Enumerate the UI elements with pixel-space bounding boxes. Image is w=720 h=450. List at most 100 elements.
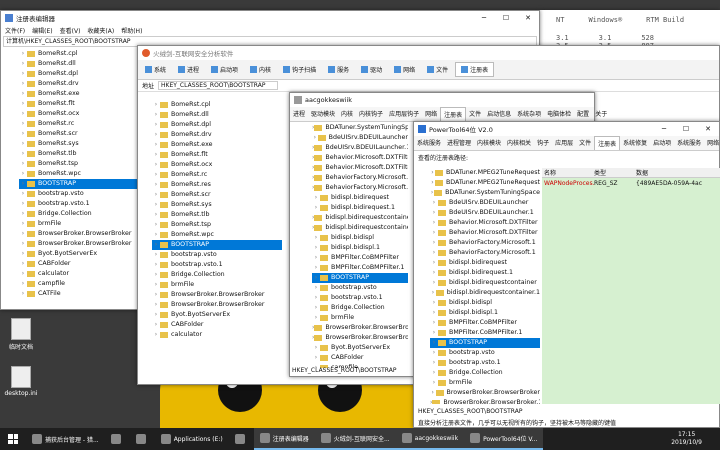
expand-chevron-icon[interactable]: ›	[152, 160, 160, 170]
expand-chevron-icon[interactable]: ›	[312, 313, 320, 323]
taskbar-item[interactable]	[229, 428, 254, 450]
expand-chevron-icon[interactable]: ›	[19, 189, 27, 199]
tree-item[interactable]: ›bidispl.bidirequestcontainer.1	[430, 288, 540, 298]
maximize-button[interactable]: ☐	[495, 14, 517, 22]
tree-item[interactable]: ›BrowserBroker.BrowserBroker	[430, 388, 540, 398]
tree-item[interactable]: › bootstrap.vsto	[430, 348, 540, 358]
tree-item[interactable]: › bootstrap.vsto	[19, 189, 137, 199]
tree-item[interactable]: ›BrowserBroker.BrowserBroker	[152, 290, 282, 300]
tree-item[interactable]: › BOOTSTRAP	[19, 179, 137, 189]
expand-chevron-icon[interactable]: ›	[152, 110, 160, 120]
expand-chevron-icon[interactable]: ›	[430, 358, 438, 368]
tree-item[interactable]: › BomeRst.dpl	[19, 69, 137, 79]
tree-item[interactable]: ›BrowserBroker.BrowserBroker	[152, 300, 282, 310]
tree-item[interactable]: › BomeRst.exe	[152, 140, 282, 150]
expand-chevron-icon[interactable]: ›	[152, 140, 160, 150]
menu-favorites[interactable]: 收藏夹(A)	[87, 26, 114, 35]
expand-chevron-icon[interactable]: ›	[430, 328, 438, 338]
expand-chevron-icon[interactable]: ›	[19, 249, 27, 259]
tab[interactable]: 网络	[422, 107, 440, 121]
expand-chevron-icon[interactable]: ›	[19, 149, 27, 159]
tree-item[interactable]: › BomeRst.tlb	[19, 149, 137, 159]
tree-item[interactable]: › BOOTSTRAP	[152, 240, 282, 250]
tree-item[interactable]: › BomeRst.scr	[152, 190, 282, 200]
tree-item[interactable]: › BomeRst.res	[152, 180, 282, 190]
expand-chevron-icon[interactable]: ›	[19, 119, 27, 129]
expand-chevron-icon[interactable]: ›	[312, 203, 320, 213]
tree-item[interactable]: › brmFile	[312, 313, 408, 323]
tree-item[interactable]: › BomeRst.cpl	[152, 100, 282, 110]
tree-item[interactable]: › bidispl.bidirequestcontainer	[430, 278, 540, 288]
minimize-button[interactable]: ─	[473, 14, 495, 22]
expand-chevron-icon[interactable]: ›	[152, 190, 160, 200]
tree-item[interactable]: › BomeRst.flt	[152, 150, 282, 160]
expand-chevron-icon[interactable]: ›	[312, 353, 320, 363]
tree-item[interactable]: › CABFolder	[19, 259, 137, 269]
tree-item[interactable]: › bootstrap.vsto.1	[312, 293, 408, 303]
desktop-icon-desktop-ini[interactable]: desktop.ini	[2, 366, 40, 397]
tree-item[interactable]: › bootstrap.vsto.1	[152, 260, 282, 270]
expand-chevron-icon[interactable]: ›	[312, 233, 320, 243]
tree-item[interactable]: › bidispl.bidirequest	[430, 258, 540, 268]
expand-chevron-icon[interactable]: ›	[430, 268, 438, 278]
expand-chevron-icon[interactable]: ›	[312, 293, 320, 303]
tree-item[interactable]: › BomeRst.tsp	[19, 159, 137, 169]
expand-chevron-icon[interactable]: ›	[19, 129, 27, 139]
expand-chevron-icon[interactable]: ›	[430, 318, 438, 328]
tree-item[interactable]: › BOOTSTRAP	[312, 273, 408, 283]
expand-chevron-icon[interactable]: ›	[430, 378, 438, 388]
tree-item[interactable]: › CATFile	[19, 289, 137, 299]
expand-chevron-icon[interactable]: ›	[152, 230, 160, 240]
toolbar-button[interactable]: 文件	[422, 62, 453, 77]
expand-chevron-icon[interactable]: ›	[19, 279, 27, 289]
tree-item[interactable]: › brmFile	[19, 219, 137, 229]
toolbar-button[interactable]: 服务	[323, 62, 354, 77]
tree-item[interactable]: › BdeUISrv.BDEUILauncher.1	[430, 208, 540, 218]
tree-item[interactable]: › Behavior.Microsoft.DXTFilter	[430, 218, 540, 228]
tree-item[interactable]: › Behavior.Microsoft.DXTFilter	[312, 153, 408, 163]
tree-item[interactable]: › BdeUISrv.BDEUILauncher	[430, 198, 540, 208]
tree-item[interactable]: › bidispl.bidispl.1	[430, 308, 540, 318]
expand-chevron-icon[interactable]: ›	[19, 59, 27, 69]
tree-item[interactable]: › BomeRst.drv	[152, 130, 282, 140]
tree-item[interactable]: › BomeRst.dpl	[152, 120, 282, 130]
tab[interactable]: 进程	[290, 107, 308, 121]
tab[interactable]: 启动信息	[484, 107, 514, 121]
tree-item[interactable]: › BomeRst.rc	[19, 119, 137, 129]
tree-item[interactable]: › BMPFilter.CoBMPFilter.1	[312, 263, 408, 273]
tree-item[interactable]: ›BrowserBroker.BrowserBroker.1	[312, 333, 408, 343]
expand-chevron-icon[interactable]: ›	[152, 170, 160, 180]
tree-item[interactable]: ›BrowserBroker.BrowserBroker	[19, 229, 137, 239]
expand-chevron-icon[interactable]: ›	[152, 210, 160, 220]
expand-chevron-icon[interactable]: ›	[19, 69, 27, 79]
expand-chevron-icon[interactable]: ›	[430, 198, 438, 208]
toolbar-button[interactable]: 启动项	[206, 62, 243, 77]
tab[interactable]: 关于	[592, 107, 610, 121]
expand-chevron-icon[interactable]: ›	[430, 228, 438, 238]
taskbar-item[interactable]: PowerTool64位 V...	[464, 428, 544, 450]
expand-chevron-icon[interactable]: ›	[19, 79, 27, 89]
tree-item[interactable]: › BomeRst.scr	[19, 129, 137, 139]
tree-item[interactable]: ›BrowserBroker.BrowserBroker	[312, 323, 408, 333]
title-bar[interactable]: 火绒剑-互联网安全分析软件	[138, 46, 719, 60]
tree-item[interactable]: › bootstrap.vsto	[152, 250, 282, 260]
expand-chevron-icon[interactable]: ›	[430, 248, 438, 258]
taskbar-item[interactable]: 捕获后台管理 - 猎...	[26, 428, 105, 450]
tree-item[interactable]: › Byot.ByotServerEx	[312, 343, 408, 353]
tree-item[interactable]: › BomeRst.drv	[19, 79, 137, 89]
title-bar[interactable]: aacgokkeswiik	[290, 93, 594, 107]
tab[interactable]: 进程管理	[444, 136, 474, 150]
toolbar-button[interactable]: 内核	[245, 62, 276, 77]
toolbar-button[interactable]: 驱动	[356, 62, 387, 77]
tab[interactable]: 系统服务	[674, 136, 704, 150]
expand-chevron-icon[interactable]: ›	[430, 258, 438, 268]
expand-chevron-icon[interactable]: ›	[152, 240, 160, 250]
tab[interactable]: 内核钩子	[356, 107, 386, 121]
tree-item[interactable]: › bidispl.bidirequest.1	[430, 268, 540, 278]
tree-item[interactable]: › CABFolder	[312, 353, 408, 363]
expand-chevron-icon[interactable]: ›	[312, 253, 320, 263]
value-list[interactable]: 名称 类型 数据 WAPNodeProces... REG_SZ {489AE5…	[542, 168, 720, 404]
expand-chevron-icon[interactable]: ›	[19, 109, 27, 119]
tab[interactable]: 内核相关	[504, 136, 534, 150]
expand-chevron-icon[interactable]: ›	[152, 250, 160, 260]
